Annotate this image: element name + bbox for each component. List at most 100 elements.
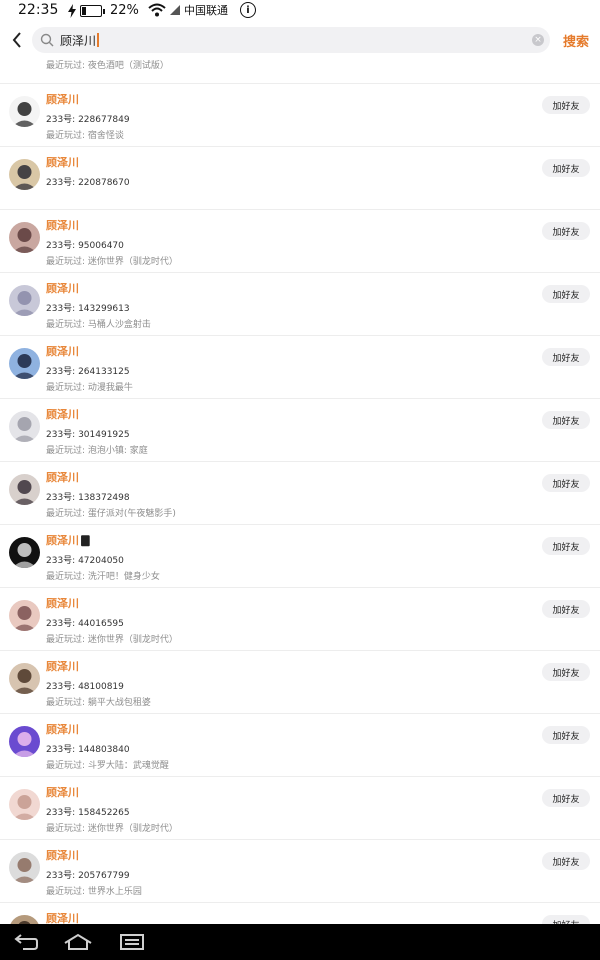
chevron-left-icon — [12, 32, 21, 48]
add-friend-button[interactable]: 加好友 — [542, 411, 590, 429]
user-id: 233号: 144803840 — [46, 745, 130, 755]
result-row[interactable]: 顾泽川 233号: 228677849 最近玩过: 宿舍怪谈 加好友 — [0, 83, 600, 146]
status-time: 22:35 — [18, 2, 59, 18]
add-friend-button[interactable]: 加好友 — [542, 663, 590, 681]
avatar[interactable] — [9, 96, 40, 127]
user-id: 233号: 301491925 — [46, 430, 130, 440]
add-friend-button[interactable]: 加好友 — [542, 852, 590, 870]
user-name: 顾泽川 — [46, 847, 79, 863]
carrier-name: 中国联通 — [184, 4, 228, 17]
result-row[interactable]: 顾泽川 233号: 158452265 最近玩过: 迷你世界（驯龙时代） 加好友 — [0, 776, 600, 839]
user-id: 233号: 264133125 — [46, 367, 130, 377]
avatar[interactable] — [9, 852, 40, 883]
recently-played: 最近玩过: 动漫我最牛 — [46, 383, 133, 393]
text-caret — [97, 33, 100, 47]
recently-played: 最近玩过: 躺平大战包租婆 — [46, 698, 151, 708]
user-name-text: 顾泽川 — [46, 93, 79, 106]
user-name: 顾泽川 — [46, 154, 79, 170]
result-row[interactable]: 顾泽川 🀫 233号: 47204050 最近玩过: 洗汗吧！健身少女 加好友 — [0, 524, 600, 587]
recently-played: 最近玩过: 迷你世界（驯龙时代） — [46, 257, 178, 267]
avatar[interactable] — [9, 915, 40, 924]
add-friend-button[interactable]: 加好友 — [542, 789, 590, 807]
menu-icon — [120, 934, 144, 950]
avatar[interactable] — [9, 285, 40, 316]
user-name: 顾泽川 — [46, 217, 79, 233]
recently-played: 最近玩过: 迷你世界（驯龙时代） — [46, 635, 178, 645]
recently-played: 最近玩过: 宿舍怪谈 — [46, 131, 124, 141]
user-id: 233号: 220878670 — [46, 178, 130, 188]
user-name-text: 顾泽川 — [46, 219, 79, 232]
search-button[interactable]: 搜索 — [563, 31, 589, 50]
avatar[interactable] — [9, 159, 40, 190]
avatar[interactable] — [9, 789, 40, 820]
result-row[interactable]: 顾泽川 233号: 220878670 加好友 — [0, 146, 600, 209]
home-nav-button[interactable] — [58, 930, 98, 954]
user-name: 顾泽川 — [46, 91, 79, 107]
add-friend-button[interactable]: 加好友 — [542, 96, 590, 114]
user-id: 233号: 158452265 — [46, 808, 130, 818]
user-name-text: 顾泽川 — [46, 912, 79, 924]
add-friend-button[interactable]: 加好友 — [542, 222, 590, 240]
user-id: 233号: 48100819 — [46, 682, 124, 692]
add-friend-button[interactable]: 加好友 — [542, 285, 590, 303]
search-query: 顾泽川 — [60, 33, 97, 48]
search-input[interactable]: 顾泽川 × — [32, 27, 550, 53]
result-row[interactable]: 顾泽川 233号: 205767799 最近玩过: 世界水上乐园 加好友 — [0, 839, 600, 902]
signal-icon — [170, 5, 180, 15]
clear-icon[interactable]: × — [532, 34, 544, 46]
result-row[interactable]: 顾泽川 233号: 264133125 最近玩过: 动漫我最牛 加好友 — [0, 335, 600, 398]
result-row[interactable]: 顾泽川 233号: 48100819 最近玩过: 躺平大战包租婆 加好友 — [0, 650, 600, 713]
result-row[interactable]: 顾泽川 233号: 95006470 最近玩过: 迷你世界（驯龙时代） 加好友 — [0, 209, 600, 272]
avatar[interactable] — [9, 726, 40, 757]
result-row[interactable]: 顾泽川 233号: 301491925 最近玩过: 泡泡小镇: 家庭 加好友 — [0, 398, 600, 461]
user-name-text: 顾泽川 — [46, 471, 79, 484]
recently-played: 最近玩过: 泡泡小镇: 家庭 — [46, 446, 148, 456]
recently-played: 最近玩过: 世界水上乐园 — [46, 887, 142, 897]
avatar[interactable] — [9, 222, 40, 253]
user-name-text: 顾泽川 — [46, 282, 79, 295]
user-name-text: 顾泽川 — [46, 786, 79, 799]
user-id: 233号: 228677849 — [46, 115, 130, 125]
result-row[interactable]: 顾泽川 233号: 143299613 最近玩过: 马桶人沙盒射击 加好友 — [0, 272, 600, 335]
user-name-text: 顾泽川 — [46, 408, 79, 421]
recently-played: 最近玩过: 马桶人沙盒射击 — [46, 320, 151, 330]
avatar[interactable] — [9, 600, 40, 631]
avatar[interactable] — [9, 411, 40, 442]
recently-played: 最近玩过: 斗罗大陆：武魂觉醒 — [46, 761, 169, 771]
add-friend-button[interactable]: 加好友 — [542, 474, 590, 492]
add-friend-button[interactable]: 加好友 — [542, 726, 590, 744]
avatar[interactable] — [9, 474, 40, 505]
result-row[interactable]: 顾泽川233号: 160828268加好友 — [0, 902, 600, 924]
result-row[interactable]: 顾泽川 233号: 138372498 最近玩过: 蛋仔派对(午夜魅影手) 加好友 — [0, 461, 600, 524]
back-button[interactable] — [8, 30, 26, 50]
user-id: 233号: 205767799 — [46, 871, 130, 881]
user-id: 233号: 138372498 — [46, 493, 130, 503]
avatar[interactable] — [9, 537, 40, 568]
avatar[interactable] — [9, 663, 40, 694]
add-friend-button[interactable]: 加好友 — [542, 600, 590, 618]
user-name-text: 顾泽川 — [46, 156, 79, 169]
user-name: 顾泽川 — [46, 343, 79, 359]
user-name: 顾泽川 — [46, 406, 79, 422]
add-friend-button[interactable]: 加好友 — [542, 537, 590, 555]
recently-played: 最近玩过: 洗汗吧！健身少女 — [46, 572, 160, 582]
add-friend-button[interactable]: 加好友 — [542, 915, 590, 924]
user-name-text: 顾泽川 — [46, 534, 79, 547]
search-results-list[interactable]: 最近玩过: 夜色酒吧（测试版） 顾泽川 233号: 228677849 最近玩过: … — [0, 58, 600, 924]
user-id: 233号: 47204050 — [46, 556, 124, 566]
recents-nav-button[interactable] — [112, 930, 152, 954]
user-name: 顾泽川 — [46, 784, 79, 800]
add-friend-button[interactable]: 加好友 — [542, 348, 590, 366]
user-name: 顾泽川 — [46, 280, 79, 296]
result-row[interactable]: 顾泽川 233号: 144803840 最近玩过: 斗罗大陆：武魂觉醒 加好友 — [0, 713, 600, 776]
user-name: 顾泽川 — [46, 469, 79, 485]
battery-icon — [80, 4, 105, 17]
result-row[interactable]: 顾泽川 233号: 44016595 最近玩过: 迷你世界（驯龙时代） 加好友 — [0, 587, 600, 650]
user-name-text: 顾泽川 — [46, 345, 79, 358]
recently-played: 最近玩过: 蛋仔派对(午夜魅影手) — [46, 509, 176, 519]
search-header: 顾泽川 × 搜索 — [0, 22, 600, 58]
back-nav-button[interactable] — [6, 930, 46, 954]
user-id: 233号: 95006470 — [46, 241, 124, 251]
add-friend-button[interactable]: 加好友 — [542, 159, 590, 177]
avatar[interactable] — [9, 348, 40, 379]
